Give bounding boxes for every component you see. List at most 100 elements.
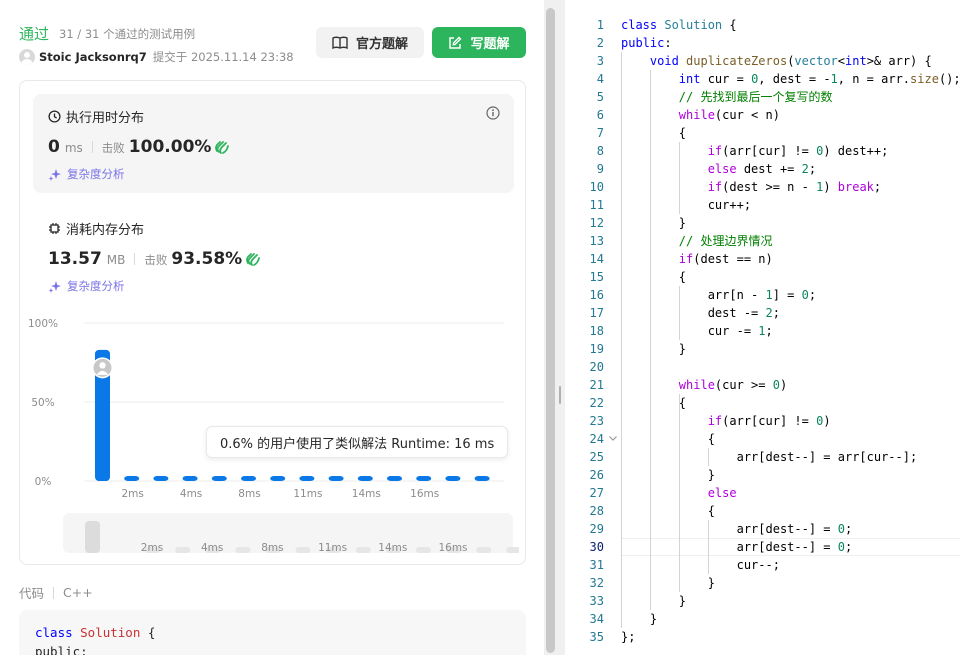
line-number[interactable]: 2 bbox=[565, 34, 604, 52]
line-number[interactable]: 27 bbox=[565, 484, 604, 502]
mini-bar bbox=[175, 547, 191, 553]
line-number[interactable]: 14 bbox=[565, 250, 604, 268]
code-line[interactable]: 21 while(cur >= 0) bbox=[565, 376, 960, 394]
line-number[interactable]: 20 bbox=[565, 358, 604, 376]
code-line[interactable]: 33 } bbox=[565, 592, 960, 610]
code-line[interactable]: 11 cur++; bbox=[565, 196, 960, 214]
x-tick-label: 14ms bbox=[352, 488, 381, 500]
line-number[interactable]: 28 bbox=[565, 502, 604, 520]
line-number[interactable]: 17 bbox=[565, 304, 604, 322]
line-number[interactable]: 24 bbox=[565, 430, 604, 448]
line-number[interactable]: 11 bbox=[565, 196, 604, 214]
code-line[interactable]: 20 bbox=[565, 358, 960, 376]
line-source: class Solution { bbox=[621, 18, 737, 32]
code-line[interactable]: 26 } bbox=[565, 466, 960, 484]
code-line[interactable]: 15 { bbox=[565, 268, 960, 286]
code-line[interactable]: 28 { bbox=[565, 502, 960, 520]
code-line[interactable]: 18 cur -= 1; bbox=[565, 322, 960, 340]
code-line[interactable]: 31 cur--; bbox=[565, 556, 960, 574]
code-line[interactable]: 14 if(dest == n) bbox=[565, 250, 960, 268]
code-line[interactable]: 16 arr[n - 1] = 0; bbox=[565, 286, 960, 304]
line-number[interactable]: 1 bbox=[565, 16, 604, 34]
code-line[interactable]: 5 // 先找到最后一个复写的数 bbox=[565, 88, 960, 106]
line-source: if(arr[cur] != 0) bbox=[707, 414, 831, 428]
line-number[interactable]: 23 bbox=[565, 412, 604, 430]
code-line[interactable]: 22 { bbox=[565, 394, 960, 412]
line-number[interactable]: 12 bbox=[565, 214, 604, 232]
code-line[interactable]: 35}; bbox=[565, 628, 960, 646]
code-line[interactable]: 30 arr[dest--] = 0; bbox=[565, 538, 960, 556]
line-number[interactable]: 34 bbox=[565, 610, 604, 628]
code-line[interactable]: 10 if(dest >= n - 1) break; bbox=[565, 178, 960, 196]
line-number[interactable]: 16 bbox=[565, 286, 604, 304]
write-solution-button[interactable]: 写题解 bbox=[432, 27, 526, 58]
line-source: { bbox=[621, 432, 715, 446]
line-number[interactable]: 13 bbox=[565, 232, 604, 250]
code-line[interactable]: 6 while(cur < n) bbox=[565, 106, 960, 124]
code-editor[interactable]: 1 class Solution { 2 public: 3 void duplicat… bbox=[565, 0, 960, 655]
left-scrollbar[interactable] bbox=[544, 0, 556, 655]
line-number[interactable]: 8 bbox=[565, 142, 604, 160]
chip-icon bbox=[49, 223, 60, 234]
line-source: while(cur >= 0) bbox=[678, 378, 788, 392]
line-source: public: bbox=[621, 36, 672, 50]
line-number[interactable]: 19 bbox=[565, 340, 604, 358]
clock-icon bbox=[48, 110, 61, 123]
code-line[interactable]: 29 arr[dest--] = 0; bbox=[565, 520, 960, 538]
line-number[interactable]: 15 bbox=[565, 268, 604, 286]
runtime-complexity-link[interactable]: 复杂度分析 bbox=[48, 166, 125, 182]
line-number[interactable]: 4 bbox=[565, 70, 604, 88]
line-number[interactable]: 22 bbox=[565, 394, 604, 412]
code-line[interactable]: 4 int cur = 0, dest = -1, n = arr.size()… bbox=[565, 70, 960, 88]
code-line[interactable]: 23 if(arr[cur] != 0) bbox=[565, 412, 960, 430]
line-number[interactable]: 29 bbox=[565, 520, 604, 538]
code-line[interactable]: 8 if(arr[cur] != 0) dest++; bbox=[565, 142, 960, 160]
line-number[interactable]: 31 bbox=[565, 556, 604, 574]
line-number[interactable]: 25 bbox=[565, 448, 604, 466]
code-line[interactable]: 17 dest -= 2; bbox=[565, 304, 960, 322]
code-line[interactable]: 13 // 处理边界情况 bbox=[565, 232, 960, 250]
line-source: void duplicateZeros(vector<int>& arr) { bbox=[649, 54, 932, 68]
line-number[interactable]: 10 bbox=[565, 178, 604, 196]
code-line[interactable]: 7 { bbox=[565, 124, 960, 142]
line-number[interactable]: 30 bbox=[565, 538, 604, 556]
code-line[interactable]: 27 else bbox=[565, 484, 960, 502]
x-tick-label: 11ms bbox=[293, 488, 322, 500]
line-number[interactable]: 6 bbox=[565, 106, 604, 124]
line-number[interactable]: 5 bbox=[565, 88, 604, 106]
code-line[interactable]: 19 } bbox=[565, 340, 960, 358]
x-tick-label: 16ms bbox=[410, 488, 439, 500]
line-number[interactable]: 7 bbox=[565, 124, 604, 142]
info-icon[interactable] bbox=[486, 106, 500, 120]
code-line[interactable]: 1 class Solution { bbox=[565, 16, 960, 34]
code-line[interactable]: 2 public: bbox=[565, 34, 960, 52]
drag-grip-icon[interactable] bbox=[559, 386, 561, 404]
line-number[interactable]: 32 bbox=[565, 574, 604, 592]
code-line[interactable]: 9 else dest += 2; bbox=[565, 160, 960, 178]
code-line[interactable]: 32 } bbox=[565, 574, 960, 592]
code-line[interactable]: 24 { bbox=[565, 430, 960, 448]
line-number[interactable]: 3 bbox=[565, 52, 604, 70]
line-number[interactable]: 21 bbox=[565, 376, 604, 394]
line-number[interactable]: 9 bbox=[565, 160, 604, 178]
fold-chevron-icon[interactable] bbox=[608, 433, 618, 443]
write-solution-label: 写题解 bbox=[470, 37, 510, 52]
y-tick-label: 50% bbox=[31, 397, 54, 409]
line-number[interactable]: 26 bbox=[565, 466, 604, 484]
clap-icon bbox=[246, 253, 261, 266]
code-line[interactable]: 25 arr[dest--] = arr[cur--]; bbox=[565, 448, 960, 466]
scrollbar-thumb[interactable] bbox=[546, 8, 555, 653]
user-name[interactable]: Stoic Jacksonrq7 bbox=[39, 50, 147, 64]
code-line[interactable]: 34 } bbox=[565, 610, 960, 628]
line-number[interactable]: 18 bbox=[565, 322, 604, 340]
memory-complexity-link[interactable]: 复杂度分析 bbox=[48, 278, 125, 294]
runtime-section[interactable]: 执行用时分布 0 ms 击败 100.00% 复杂度分析 bbox=[33, 94, 514, 193]
official-solution-button[interactable]: 官方题解 bbox=[316, 27, 424, 58]
code-line[interactable]: 3 void duplicateZeros(vector<int>& arr) … bbox=[565, 52, 960, 70]
line-number[interactable]: 35 bbox=[565, 628, 604, 646]
code-language-row: 代码 C++ bbox=[19, 583, 93, 602]
avatar[interactable] bbox=[19, 49, 35, 65]
code-line[interactable]: 12 } bbox=[565, 214, 960, 232]
panel-resize-handle[interactable] bbox=[556, 0, 565, 655]
line-number[interactable]: 33 bbox=[565, 592, 604, 610]
